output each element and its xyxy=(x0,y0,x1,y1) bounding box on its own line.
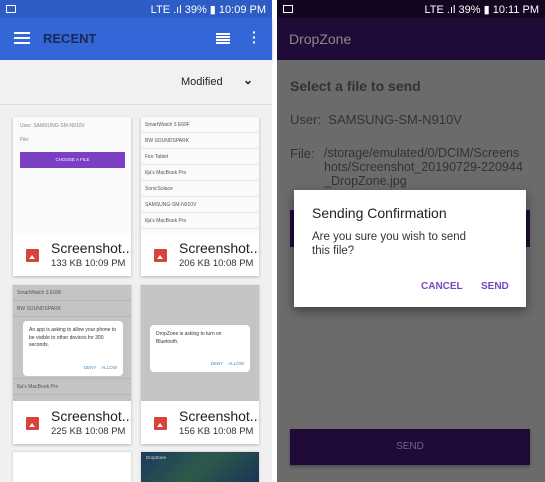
image-file-icon xyxy=(154,249,167,262)
chevron-down-icon[interactable]: ⌄ xyxy=(243,73,253,87)
app-title: DropZone xyxy=(289,31,352,47)
file-label: File: xyxy=(290,146,315,161)
sort-bar[interactable]: Modified ⌄ xyxy=(0,60,272,105)
file-card[interactable]: User: SAMSUNG-SM-N910V File: CHOOSE A FI… xyxy=(13,117,131,276)
image-file-icon xyxy=(154,417,167,430)
confirm-send-button[interactable]: SEND xyxy=(481,281,509,292)
status-bar: LTE .ıl 39% ▮ 10:09 PM xyxy=(0,0,272,18)
files-app-screen: LTE .ıl 39% ▮ 10:09 PM RECENT · · · Modifi… xyxy=(0,0,272,482)
device-row: Ilja's MacBook Pro xyxy=(141,165,259,181)
image-file-icon xyxy=(26,249,39,262)
cancel-button[interactable]: CANCEL xyxy=(421,281,463,292)
status-time: 10:09 PM xyxy=(218,3,266,16)
file-name: Screenshot... xyxy=(179,408,259,424)
network-indicator: LTE xyxy=(424,3,444,16)
send-button[interactable]: SEND xyxy=(290,429,530,465)
hamburger-icon[interactable] xyxy=(14,32,30,44)
file-card[interactable]: DropZone is asking to turn on Bluetooth.… xyxy=(141,285,259,444)
device-row: SAMSUNG-SM-N910V xyxy=(141,197,259,213)
file-meta: 225 KB 10:08 PM xyxy=(51,426,126,437)
file-meta: 206 KB 10:08 PM xyxy=(179,258,254,269)
dialog-message: Are you sure you wish to send this file? xyxy=(312,231,467,257)
file-meta: 133 KB 10:09 PM xyxy=(51,258,126,269)
toolbar-title: RECENT xyxy=(43,31,97,46)
file-path: /storage/emulated/0/DCIM/Screenshots/Scr… xyxy=(324,146,523,188)
page-heading: Select a file to send xyxy=(290,78,421,94)
app-bar: DropZone xyxy=(277,18,545,60)
sort-label[interactable]: Modified xyxy=(181,76,223,88)
user-row: User: SAMSUNG-SM-N910V xyxy=(290,112,462,127)
dropzone-screen: LTE .ıl 39% ▮ 10:11 PM DropZone Select a… xyxy=(277,0,545,482)
device-row: SmartWatch 3 E69F xyxy=(141,117,259,133)
list-view-icon[interactable] xyxy=(216,33,230,44)
toolbar: RECENT · · · xyxy=(0,18,272,60)
device-row: SonicSolace xyxy=(141,181,259,197)
device-row: Fire Tablet xyxy=(141,149,259,165)
file-thumbnail: DropZone is asking to turn on Bluetooth.… xyxy=(141,285,259,401)
file-name: Screenshot... xyxy=(51,408,131,424)
file-card[interactable]: DropZone xyxy=(141,452,259,482)
network-indicator: LTE xyxy=(150,3,171,16)
more-vert-icon[interactable]: · · · xyxy=(252,25,257,49)
battery-level: 39% xyxy=(458,3,481,16)
dialog-title: Sending Confirmation xyxy=(312,205,447,221)
gallery-notification-icon xyxy=(283,5,293,13)
confirmation-dialog: Sending Confirmation Are you sure you wi… xyxy=(294,190,526,307)
status-bar: LTE .ıl 39% ▮ 10:11 PM xyxy=(277,0,545,18)
file-thumbnail: User: SAMSUNG-SM-N910V File: CHOOSE A FI… xyxy=(13,117,131,233)
status-time: 10:11 PM xyxy=(492,3,539,16)
file-card[interactable]: SmartWatch 3 E69F BW SOUNDSPARK Fire Table… xyxy=(141,117,259,276)
device-row: Ilja's MacBook Pro xyxy=(141,213,259,229)
gallery-notification-icon xyxy=(6,5,16,13)
image-file-icon xyxy=(26,417,39,430)
device-row: BW SOUNDSPARK xyxy=(141,133,259,149)
battery-level: 39% xyxy=(184,3,207,16)
file-card[interactable] xyxy=(13,452,131,482)
file-name: Screenshot... xyxy=(179,240,259,256)
file-meta: 156 KB 10:08 PM xyxy=(179,426,254,437)
file-card[interactable]: SmartWatch 3 E69F BW SOUNDSPARK Ilja's M… xyxy=(13,285,131,444)
file-thumbnail: SmartWatch 3 E69F BW SOUNDSPARK Ilja's M… xyxy=(13,285,131,401)
file-thumbnail: SmartWatch 3 E69F BW SOUNDSPARK Fire Table… xyxy=(141,117,259,233)
file-name: Screenshot... xyxy=(51,240,131,256)
thumbnail-title: DropZone xyxy=(146,455,167,460)
